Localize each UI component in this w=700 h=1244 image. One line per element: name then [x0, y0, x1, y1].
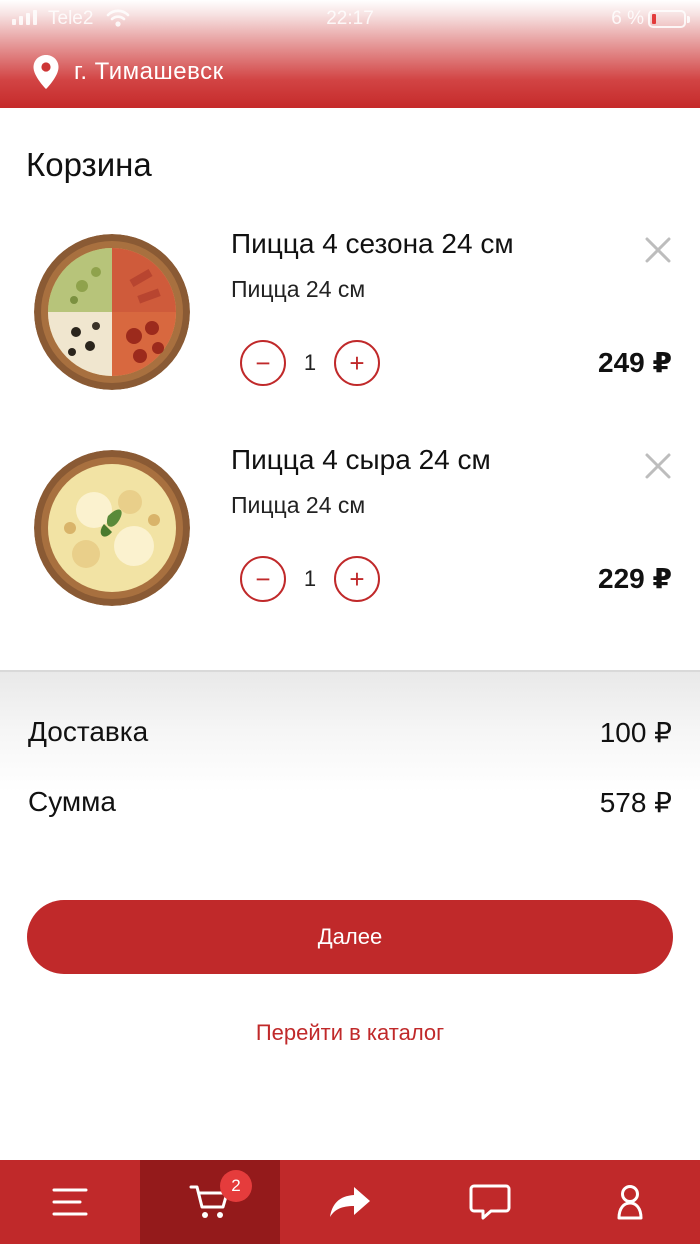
- decrement-button[interactable]: −: [240, 556, 286, 602]
- total-label: Сумма: [28, 786, 116, 817]
- pizza-four-seasons-image: [34, 234, 190, 390]
- menu-icon: [52, 1188, 88, 1216]
- tab-cart[interactable]: 2: [140, 1160, 280, 1244]
- item-name: Пицца 4 сыра 24 см: [231, 444, 491, 475]
- delivery-row: Доставка 100 ₽: [0, 716, 700, 756]
- close-icon: [645, 453, 671, 479]
- remove-item-button[interactable]: [642, 450, 674, 482]
- city-selector[interactable]: г. Тимашевск: [32, 54, 224, 90]
- battery-percent: 6 %: [611, 8, 644, 29]
- pizza-four-cheese-image: [34, 450, 190, 606]
- tab-share[interactable]: [280, 1160, 420, 1244]
- quantity-stepper: − 1 +: [240, 340, 380, 386]
- total-row: Сумма 578 ₽: [0, 786, 700, 826]
- cart-item: Пицца 4 сыра 24 см Пицца 24 см − 1 + 229…: [0, 436, 700, 626]
- total-value: 578 ₽: [599, 787, 672, 818]
- profile-icon: [617, 1185, 643, 1220]
- chat-icon: [469, 1184, 511, 1220]
- item-price: 249 ₽: [598, 347, 672, 378]
- go-to-catalog-link[interactable]: Перейти в каталог: [0, 1020, 700, 1046]
- decrement-button[interactable]: −: [240, 340, 286, 386]
- quantity-value: 1: [303, 350, 317, 375]
- item-price: 229 ₽: [598, 563, 672, 594]
- city-label: г. Тимашевск: [74, 58, 224, 85]
- cart-item: Пицца 4 сезона 24 см Пицца 24 см − 1 + 2…: [0, 220, 700, 410]
- tab-chat[interactable]: [420, 1160, 560, 1244]
- quantity-stepper: − 1 +: [240, 556, 380, 602]
- bottom-tab-bar: 2: [0, 1160, 700, 1244]
- close-icon: [645, 237, 671, 263]
- item-description: Пицца 24 см: [231, 492, 366, 518]
- page-title: Корзина: [26, 146, 152, 183]
- share-icon: [330, 1187, 370, 1217]
- item-description: Пицца 24 см: [231, 276, 366, 302]
- delivery-value: 100 ₽: [599, 717, 672, 748]
- location-pin-icon: [33, 55, 59, 89]
- next-button[interactable]: Далее: [27, 900, 673, 974]
- quantity-value: 1: [303, 566, 317, 591]
- tab-menu[interactable]: [0, 1160, 140, 1244]
- tab-profile[interactable]: [560, 1160, 700, 1244]
- increment-button[interactable]: +: [334, 556, 380, 602]
- battery-icon: [648, 10, 690, 28]
- app-header: Tele2 22:17 6 % г. Тимашевск: [0, 0, 700, 108]
- clock: 22:17: [326, 8, 374, 29]
- increment-button[interactable]: +: [334, 340, 380, 386]
- delivery-label: Доставка: [28, 716, 149, 747]
- remove-item-button[interactable]: [642, 234, 674, 266]
- item-name: Пицца 4 сезона 24 см: [231, 228, 514, 259]
- status-bar: Tele2 22:17 6 %: [0, 0, 700, 38]
- cart-count-badge: 2: [220, 1170, 252, 1202]
